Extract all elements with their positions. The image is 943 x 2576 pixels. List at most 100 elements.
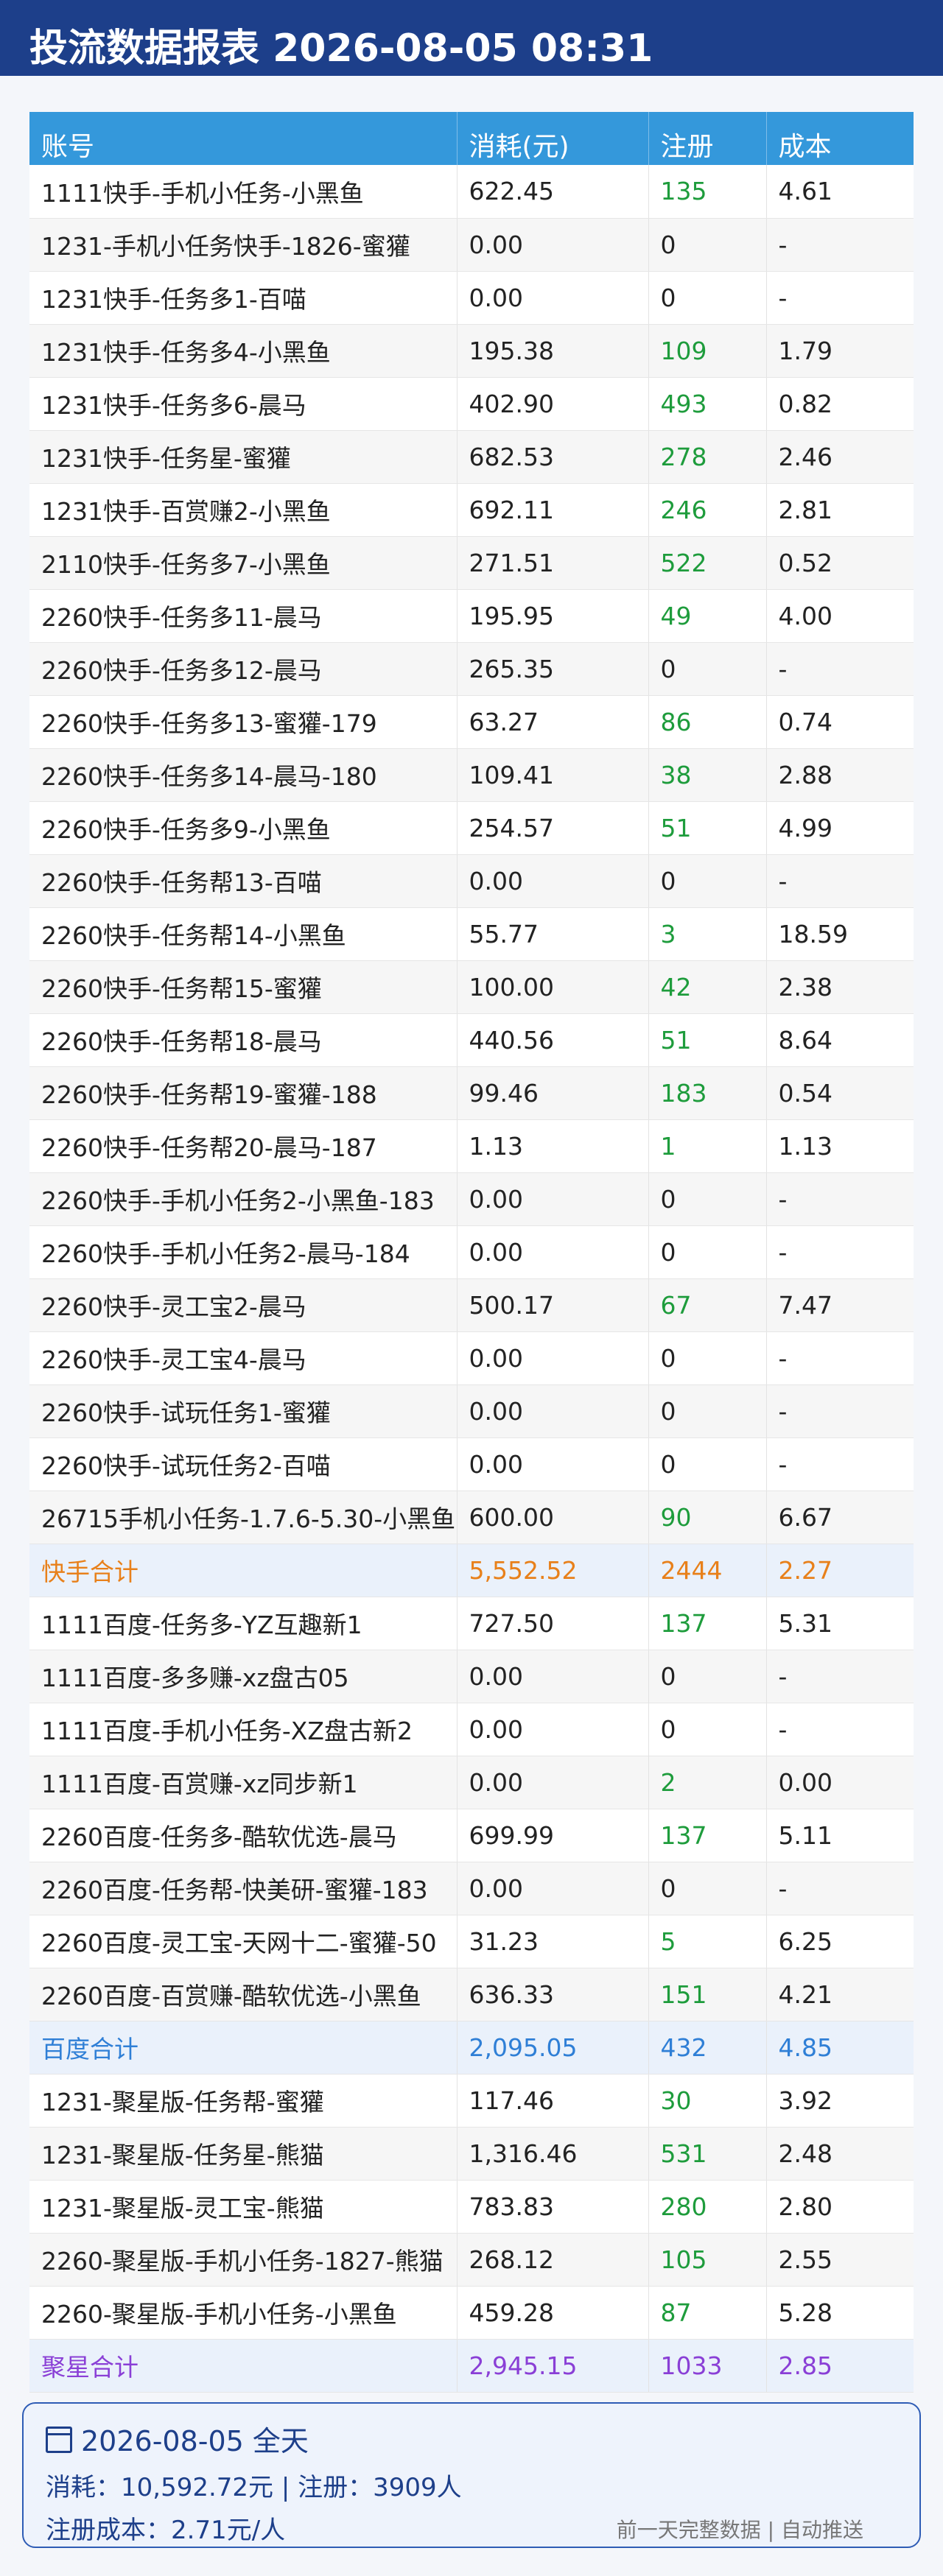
table-row: 2260快手-任务多9-小黑鱼 254.57 51 4.99 <box>29 801 914 855</box>
cell-cost: 18.59 <box>766 907 914 961</box>
cell-cost: 4.85 <box>766 2021 914 2074</box>
cell-account: 1231快手-任务多4-小黑鱼 <box>29 324 458 378</box>
table-row: 2260快手-任务帮19-蜜獾-188 99.46 183 0.54 <box>29 1066 914 1120</box>
cell-registrations: 135 <box>648 165 767 219</box>
table-body: 1111快手-手机小任务-小黑鱼 622.45 135 4.61 1231-手机小任务快… <box>29 165 914 2393</box>
table-row: 2260快手-任务多13-蜜獾-179 63.27 86 0.74 <box>29 695 914 749</box>
cell-registrations: 493 <box>648 377 767 431</box>
cell-spend: 600.00 <box>457 1491 649 1544</box>
table-row: 2260快手-任务帮14-小黑鱼 55.77 3 18.59 <box>29 907 914 961</box>
cell-spend: 99.46 <box>457 1066 649 1120</box>
cell-cost: - <box>766 1172 914 1226</box>
cell-cost: 2.38 <box>766 960 914 1014</box>
cell-spend: 0.00 <box>457 1703 649 1756</box>
cell-registrations: 0 <box>648 1172 767 1226</box>
table-row: 2260-聚星版-手机小任务-1827-熊猫 268.12 105 2.55 <box>29 2233 914 2287</box>
cell-registrations: 1033 <box>648 2339 767 2393</box>
cell-spend: 459.28 <box>457 2286 649 2340</box>
cell-registrations: 0 <box>648 218 767 272</box>
cell-spend: 622.45 <box>457 165 649 219</box>
cell-spend: 440.56 <box>457 1013 649 1067</box>
cell-account: 2260快手-任务帮19-蜜獾-188 <box>29 1066 458 1120</box>
cell-registrations: 0 <box>648 1331 767 1385</box>
table-row: 2260快手-任务多11-晨马 195.95 49 4.00 <box>29 589 914 643</box>
table-row: 2260百度-任务多-酷软优选-晨马 699.99 137 5.11 <box>29 1809 914 1862</box>
cell-spend: 254.57 <box>457 801 649 855</box>
cell-registrations: 0 <box>648 1862 767 1915</box>
table-row: 2110快手-任务多7-小黑鱼 271.51 522 0.52 <box>29 536 914 590</box>
table-row: 2260快手-任务帮13-百喵 0.00 0- <box>29 854 914 908</box>
table-row: 2260快手-试玩任务1-蜜獾 0.00 0- <box>29 1384 914 1438</box>
cell-spend: 55.77 <box>457 907 649 961</box>
cell-account: 2260百度-百赏赚-酷软优选-小黑鱼 <box>29 1968 458 2021</box>
table-row: 1111百度-百赏赚-xz同步新1 0.00 2 0.00 <box>29 1756 914 1809</box>
cell-cost: 2.46 <box>766 430 914 484</box>
subtotal-row: 快手合计 5,552.52 2444 2.27 <box>29 1544 914 1597</box>
cell-spend: 0.00 <box>457 1331 649 1385</box>
cell-registrations: 1 <box>648 1119 767 1173</box>
cell-account: 1231快手-任务星-蜜獾 <box>29 430 458 484</box>
column-header-cost: 成本 <box>778 132 832 162</box>
cell-spend: 0.00 <box>457 1225 649 1279</box>
cell-spend: 271.51 <box>457 536 649 590</box>
cell-account: 2260快手-试玩任务1-蜜獾 <box>29 1384 458 1438</box>
cell-registrations: 38 <box>648 748 767 802</box>
table-row: 1231快手-任务多1-百喵 0.00 0- <box>29 271 914 325</box>
cell-account: 2260快手-灵工宝4-晨马 <box>29 1331 458 1385</box>
cell-account: 1231-手机小任务快手-1826-蜜獾 <box>29 218 458 272</box>
cell-cost: - <box>766 854 914 908</box>
cell-cost: 2.55 <box>766 2233 914 2287</box>
table-row: 2260百度-百赏赚-酷软优选-小黑鱼 636.33 151 4.21 <box>29 1968 914 2021</box>
cell-spend: 268.12 <box>457 2233 649 2287</box>
cell-registrations: 531 <box>648 2127 767 2181</box>
cell-cost: 2.85 <box>766 2339 914 2393</box>
cell-registrations: 183 <box>648 1066 767 1120</box>
summary-card: 2026-08-05 全天 消耗：10,592.72元 | 注册：3909人 注… <box>22 2402 921 2548</box>
cell-account: 1231快手-任务多6-晨马 <box>29 377 458 431</box>
table-row: 1111快手-手机小任务-小黑鱼 622.45 135 4.61 <box>29 165 914 219</box>
cell-spend: 1.13 <box>457 1119 649 1173</box>
cell-registrations: 105 <box>648 2233 767 2287</box>
cell-spend: 63.27 <box>457 695 649 749</box>
report-table-container: 账号 消耗(元) 注册 成本 1111快手-手机小任务-小黑鱼 622.45 135… <box>29 112 914 2393</box>
cell-registrations: 30 <box>648 2074 767 2128</box>
cell-registrations: 0 <box>648 854 767 908</box>
cell-registrations: 109 <box>648 324 767 378</box>
cell-cost: 2.80 <box>766 2180 914 2234</box>
cell-account: 聚星合计 <box>29 2339 458 2393</box>
cell-account: 2260快手-任务帮18-晨马 <box>29 1013 458 1067</box>
cell-registrations: 0 <box>648 1225 767 1279</box>
cell-account: 2260快手-任务多12-晨马 <box>29 642 458 696</box>
cell-spend: 195.95 <box>457 589 649 643</box>
table-row: 2260百度-任务帮-快美研-蜜獾-183 0.00 0- <box>29 1862 914 1915</box>
table-row: 2260快手-手机小任务2-晨马-184 0.00 0- <box>29 1225 914 1279</box>
cell-spend: 109.41 <box>457 748 649 802</box>
table-row: 2260快手-试玩任务2-百喵 0.00 0- <box>29 1437 914 1491</box>
cell-registrations: 2444 <box>648 1544 767 1597</box>
table-row: 1231快手-任务多4-小黑鱼 195.38 109 1.79 <box>29 324 914 378</box>
cell-registrations: 42 <box>648 960 767 1014</box>
cell-registrations: 246 <box>648 483 767 537</box>
table-header-row: 账号 消耗(元) 注册 成本 <box>29 112 914 165</box>
cell-cost: 5.11 <box>766 1809 914 1862</box>
cell-registrations: 0 <box>648 271 767 325</box>
cell-cost: 0.52 <box>766 536 914 590</box>
cell-registrations: 49 <box>648 589 767 643</box>
cell-account: 1231-聚星版-灵工宝-熊猫 <box>29 2180 458 2234</box>
cell-spend: 117.46 <box>457 2074 649 2128</box>
subtotal-row: 百度合计 2,095.05 432 4.85 <box>29 2021 914 2074</box>
cell-account: 2260快手-任务多13-蜜獾-179 <box>29 695 458 749</box>
table-row: 2260快手-任务帮20-晨马-187 1.13 1 1.13 <box>29 1119 914 1173</box>
cell-cost: 6.67 <box>766 1491 914 1544</box>
cell-spend: 0.00 <box>457 1862 649 1915</box>
cell-account: 百度合计 <box>29 2021 458 2074</box>
cell-account: 2260-聚星版-手机小任务-小黑鱼 <box>29 2286 458 2340</box>
cell-spend: 0.00 <box>457 1650 649 1703</box>
cell-cost: - <box>766 271 914 325</box>
cell-registrations: 151 <box>648 1968 767 2021</box>
cell-spend: 2,945.15 <box>457 2339 649 2393</box>
cell-account: 2260快手-试玩任务2-百喵 <box>29 1437 458 1491</box>
table-row: 2260快手-任务多14-晨马-180 109.41 38 2.88 <box>29 748 914 802</box>
cell-account: 1231快手-任务多1-百喵 <box>29 271 458 325</box>
table-row: 1231快手-任务星-蜜獾 682.53 278 2.46 <box>29 430 914 484</box>
